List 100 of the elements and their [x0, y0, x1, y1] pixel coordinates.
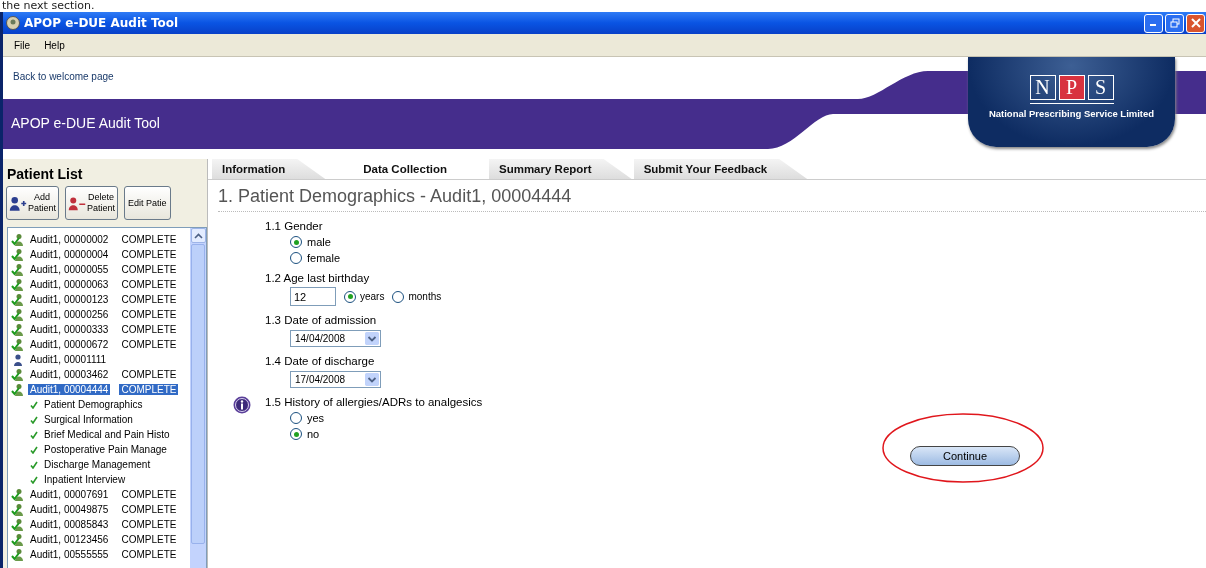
section-item[interactable]: Postoperative Pain Manage [44, 444, 167, 455]
logo: N P S National Prescribing Service Limited [968, 57, 1175, 147]
patient-item[interactable]: Audit1, 00000123 [28, 294, 111, 305]
option-label: months [408, 291, 442, 302]
radio-button[interactable] [392, 290, 405, 303]
person-check-icon [11, 232, 25, 247]
status-label: COMPLETE [120, 369, 178, 380]
back-link[interactable]: Back to welcome page [13, 71, 114, 82]
edit-patient-button[interactable]: Edit Patie [124, 186, 171, 220]
patient-item[interactable]: Audit1, 00049875 [28, 504, 111, 515]
radio-button[interactable] [344, 290, 356, 303]
patient-item[interactable]: Audit1, 00007691 [28, 489, 111, 500]
menu-item[interactable]: File [9, 37, 36, 53]
app-title: APOP e-DUE Audit Tool [11, 115, 160, 131]
section-item[interactable]: Brief Medical and Pain Histo [44, 429, 170, 440]
restore-button[interactable] [1165, 13, 1184, 33]
person-check-icon [11, 382, 25, 397]
tab[interactable]: Summary Report [488, 159, 632, 179]
patient-item[interactable]: Audit1, 00003462 [28, 369, 111, 380]
person-check-icon [11, 487, 25, 502]
tab[interactable]: Information [212, 159, 326, 179]
close-icon [1190, 18, 1201, 28]
question-label: 1.2 Age last birthday [265, 272, 371, 284]
status-label: COMPLETE [120, 249, 178, 260]
patient-item[interactable]: Audit1, 00000333 [28, 324, 111, 335]
status-label: COMPLETE [120, 279, 178, 290]
patient-item[interactable]: Audit1, 00000256 [28, 309, 111, 320]
section-item[interactable]: Surgical Information [44, 414, 133, 425]
question-label: 1.1 Gender [265, 220, 324, 232]
panel-title: Patient List [6, 165, 84, 184]
add-patient-button[interactable]: Add Patient [6, 186, 60, 220]
status-label: COMPLETE [120, 264, 178, 275]
status-label: COMPLETE [120, 339, 178, 350]
radio-button[interactable] [290, 428, 302, 440]
person-icon [11, 352, 25, 367]
dropdown-arrow-icon [365, 332, 379, 345]
person-check-icon [11, 502, 25, 517]
status-label: COMPLETE [120, 534, 178, 545]
patient-item[interactable]: Audit1, 00000004 [28, 249, 111, 260]
question-label: 1.3 Date of admission [265, 314, 378, 326]
patient-item[interactable]: Audit1, 00000063 [28, 279, 111, 290]
patient-item[interactable]: Audit1, 00000002 [28, 234, 111, 245]
remove-person-icon [68, 195, 87, 211]
radio-button[interactable] [290, 236, 302, 248]
person-check-icon [11, 292, 25, 307]
option-label: female [307, 252, 341, 264]
patient-item[interactable]: Audit1, 00000055 [28, 264, 111, 275]
question-label: 1.4 Date of discharge [265, 355, 376, 367]
status-label: COMPLETE [119, 384, 179, 395]
option-label: years [360, 291, 385, 302]
person-check-icon [11, 517, 25, 532]
tab[interactable]: Submit Your Feedback [633, 159, 808, 179]
scrollbar[interactable] [190, 228, 206, 568]
question-label: 1.5 History of allergies/ADRs to analgesics [265, 396, 483, 408]
status-label: COMPLETE [120, 519, 178, 530]
status-label: COMPLETE [120, 309, 178, 320]
section-item[interactable]: Discharge Management [44, 459, 151, 470]
status-label: COMPLETE [120, 234, 178, 245]
patient-item[interactable]: Audit1, 00555555 [28, 549, 111, 560]
close-button[interactable] [1186, 13, 1205, 33]
person-check-icon [11, 247, 25, 262]
delete-patient-button[interactable]: Delete Patient [65, 186, 119, 220]
dropdown-arrow-icon [365, 373, 379, 386]
document-text: the next section. [1, 0, 96, 12]
status-label: COMPLETE [120, 504, 178, 515]
section-item[interactable]: Patient Demographics [44, 399, 143, 410]
person-check-icon [11, 322, 25, 337]
radio-button[interactable] [290, 252, 302, 264]
age-input[interactable]: 12 [290, 287, 336, 306]
status-label: COMPLETE [120, 294, 178, 305]
person-check-icon [11, 367, 25, 382]
status-label: COMPLETE [120, 549, 178, 560]
option-label: no [307, 428, 320, 440]
person-check-icon [11, 532, 25, 547]
patient-item[interactable]: Audit1, 00000672 [28, 339, 111, 350]
date-dropdown[interactable]: 14/04/2008 [290, 330, 381, 347]
scroll-up-icon[interactable] [190, 228, 206, 243]
patient-item[interactable]: Audit1, 00085843 [28, 519, 111, 530]
continue-button[interactable]: Continue [910, 446, 1020, 466]
person-check-icon [11, 547, 25, 562]
status-label: COMPLETE [120, 324, 178, 335]
patient-item[interactable]: Audit1, 00001111 [28, 354, 109, 365]
app-icon [6, 16, 20, 30]
patient-item[interactable]: Audit1, 00004444 [28, 384, 111, 395]
date-dropdown[interactable]: 17/04/2008 [290, 371, 381, 388]
minimize-button[interactable] [1144, 13, 1163, 33]
section-heading: 1. Patient Demographics - Audit1, 00004444 [218, 180, 1206, 212]
menu-item[interactable]: Help [39, 37, 70, 53]
person-check-icon [11, 307, 25, 322]
option-label: male [307, 236, 331, 248]
person-check-icon [11, 337, 25, 352]
info-icon[interactable] [232, 396, 251, 414]
restore-icon [1169, 18, 1180, 28]
add-person-icon [9, 195, 27, 211]
patient-item[interactable]: Audit1, 00123456 [28, 534, 111, 545]
section-item[interactable]: Inpatient Interview [44, 474, 126, 485]
window-title: APOP e-DUE Audit Tool [24, 16, 179, 30]
person-check-icon [11, 262, 25, 277]
option-label: yes [307, 412, 325, 424]
radio-button[interactable] [290, 412, 302, 424]
